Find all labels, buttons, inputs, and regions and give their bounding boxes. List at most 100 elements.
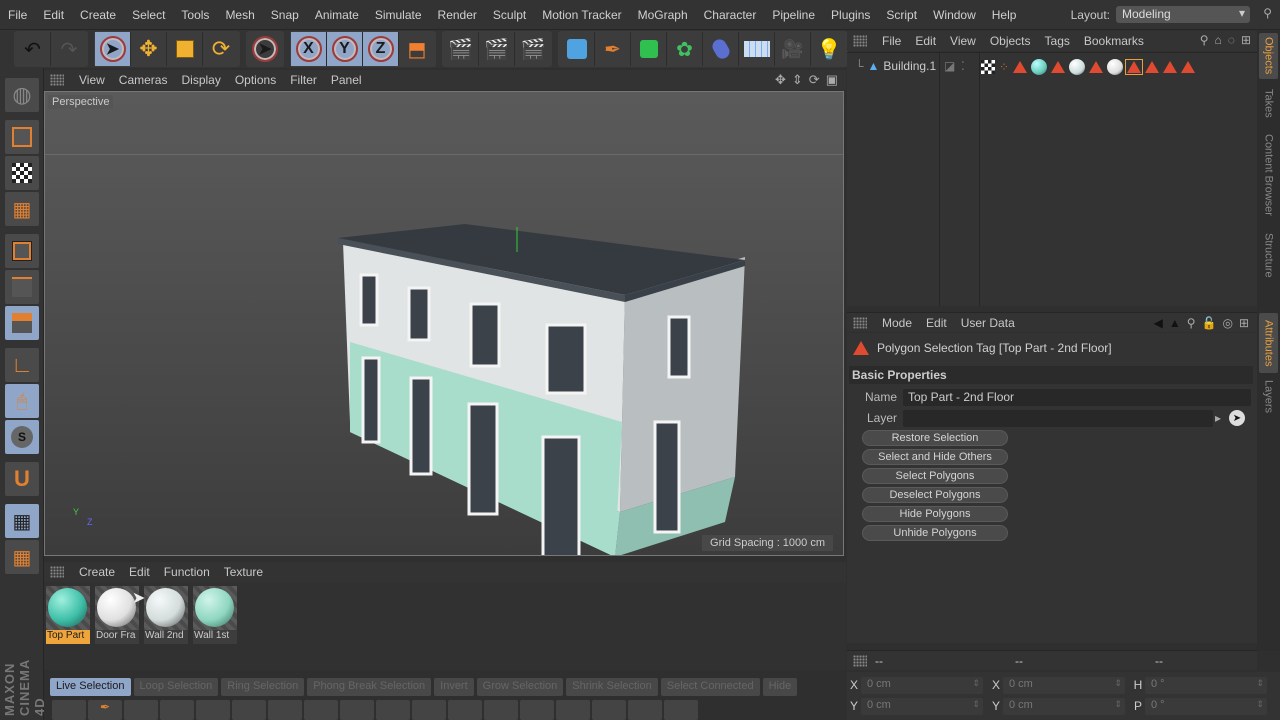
size-x-input[interactable]: 0 cm (1003, 676, 1125, 694)
menu-plugins[interactable]: Plugins (823, 8, 878, 22)
menu-edit[interactable]: Edit (35, 8, 72, 22)
z-axis-toggle[interactable]: Z (363, 32, 399, 66)
menu-simulate[interactable]: Simulate (367, 8, 430, 22)
menu-select[interactable]: Select (124, 8, 173, 22)
floor-button[interactable] (739, 32, 775, 66)
snap-button[interactable]: U (5, 462, 39, 496)
position-y-input[interactable]: 0 cm (861, 697, 983, 715)
material-tag-icon[interactable] (1107, 59, 1124, 75)
phong-tag-icon[interactable]: ⁘ (999, 60, 1009, 74)
extrude-inner-tool-button[interactable] (268, 700, 302, 720)
last-tool-button[interactable]: ➤ (247, 32, 283, 66)
rotate-tool[interactable]: ⟳ (203, 32, 239, 66)
search-icon[interactable]: ⚲ (1200, 33, 1209, 47)
lock-icon[interactable]: 🔓 (1202, 316, 1217, 330)
tool-button[interactable] (412, 700, 446, 720)
layer-color-icon[interactable]: ◪ (944, 59, 955, 73)
move-tool[interactable]: ✥ (131, 32, 167, 66)
objects-menu-file[interactable]: File (875, 34, 908, 48)
polygons-mode-button[interactable] (5, 306, 39, 340)
cloner-button[interactable]: ✿ (667, 32, 703, 66)
workplane-button[interactable]: ◍ (5, 78, 39, 112)
viewport[interactable]: Perspective Y Z Grid Spacing : 1000 cm (44, 91, 844, 556)
deselect-polygons-button[interactable]: Deselect Polygons (862, 487, 1008, 503)
points-mode-button[interactable] (5, 234, 39, 268)
tool-button[interactable] (556, 700, 590, 720)
visibility-dots-icon[interactable]: ⁚ (961, 59, 965, 73)
material-tag-icon[interactable] (1031, 59, 1048, 75)
polygon-selection-tag-icon[interactable] (1181, 61, 1196, 73)
live-selection-button[interactable]: Live Selection (50, 678, 131, 696)
live-selection-tool[interactable]: ➤ (95, 32, 131, 66)
tool-button[interactable] (520, 700, 554, 720)
invert-button[interactable]: Invert (434, 678, 474, 696)
menu-tools[interactable]: Tools (173, 8, 217, 22)
y-axis-toggle[interactable]: Y (327, 32, 363, 66)
menu-render[interactable]: Render (430, 8, 485, 22)
solo-button[interactable]: S (5, 420, 39, 454)
rotation-h-input[interactable]: 0 ° (1145, 676, 1267, 694)
bevel-tool-button[interactable] (304, 700, 338, 720)
panel-grip-icon[interactable] (853, 316, 867, 329)
viewport-menu-options[interactable]: Options (228, 73, 283, 87)
tab-takes[interactable]: Takes (1259, 83, 1278, 123)
line-cut-tool-button[interactable] (340, 700, 374, 720)
workplane-mode-button[interactable]: ▦ (5, 192, 39, 226)
viewport-menu-display[interactable]: Display (174, 73, 227, 87)
objects-menu-objects[interactable]: Objects (983, 34, 1038, 48)
tool-button[interactable] (124, 700, 158, 720)
attributes-menu-edit[interactable]: Edit (919, 316, 954, 330)
position-x-input[interactable]: 0 cm (861, 676, 983, 694)
redo-button[interactable]: ↷ (51, 32, 87, 66)
tab-attributes[interactable]: Attributes (1259, 313, 1278, 373)
ring-selection-button[interactable]: Ring Selection (221, 678, 305, 696)
phong-break-selection-button[interactable]: Phong Break Selection (307, 678, 432, 696)
panel-grip-icon[interactable] (853, 654, 867, 667)
new-window-icon[interactable]: ⊞ (1241, 33, 1251, 47)
layer-arrow-icon[interactable]: ▸ (1215, 411, 1225, 425)
select-and-hide-others-button[interactable]: Select and Hide Others (862, 449, 1008, 465)
viewport-menu-view[interactable]: View (72, 73, 112, 87)
undo-button[interactable]: ↶ (15, 32, 51, 66)
pen-tool-button[interactable]: ✒ (88, 700, 122, 720)
texture-mode-button[interactable] (5, 156, 39, 190)
material-tag-icon[interactable] (1069, 59, 1086, 75)
render-view-button[interactable]: 🎬 (443, 32, 479, 66)
material-menu-texture[interactable]: Texture (217, 565, 270, 579)
tool-button[interactable] (592, 700, 626, 720)
menu-mesh[interactable]: Mesh (217, 8, 262, 22)
menu-file[interactable]: File (0, 8, 35, 22)
building-model[interactable] (45, 92, 844, 556)
menu-animate[interactable]: Animate (307, 8, 367, 22)
objects-menu-bookmarks[interactable]: Bookmarks (1077, 34, 1151, 48)
menu-sculpt[interactable]: Sculpt (485, 8, 534, 22)
unhide-polygons-button[interactable]: Unhide Polygons (862, 525, 1008, 541)
planar-workplane-button[interactable]: ▦ (5, 540, 39, 574)
uvw-tag-icon[interactable] (981, 60, 995, 74)
objects-menu-tags[interactable]: Tags (1038, 34, 1077, 48)
rotation-p-input[interactable]: 0 ° (1145, 697, 1267, 715)
loop-selection-button[interactable]: Loop Selection (133, 678, 219, 696)
shrink-selection-button[interactable]: Shrink Selection (566, 678, 658, 696)
pan-icon[interactable]: ✥ (775, 72, 786, 88)
viewport-menu-cameras[interactable]: Cameras (112, 73, 175, 87)
tool-button[interactable] (484, 700, 518, 720)
deformer-button[interactable] (703, 32, 739, 66)
material-menu-edit[interactable]: Edit (122, 565, 157, 579)
panel-grip-icon[interactable] (853, 35, 867, 47)
render-settings-button[interactable]: 🎬 (515, 32, 551, 66)
material-menu-create[interactable]: Create (72, 565, 122, 579)
size-y-input[interactable]: 0 cm (1003, 697, 1125, 715)
search-icon[interactable]: ⚲ (1263, 6, 1272, 20)
knife-tool-button[interactable] (160, 700, 194, 720)
polygon-selection-tag-icon[interactable] (1145, 61, 1160, 73)
render-picture-viewer-button[interactable]: 🎬 (479, 32, 515, 66)
objects-menu-edit[interactable]: Edit (908, 34, 943, 48)
polygon-selection-tag-icon[interactable] (1089, 61, 1104, 73)
pen-spline-button[interactable]: ✒ (595, 32, 631, 66)
layer-input[interactable] (903, 409, 1213, 427)
back-arrow-icon[interactable]: ◀ (1154, 316, 1163, 330)
model-mode-button[interactable] (5, 120, 39, 154)
grow-selection-button[interactable]: Grow Selection (476, 678, 564, 696)
material-swatch[interactable]: Wall 2nd (144, 586, 188, 644)
